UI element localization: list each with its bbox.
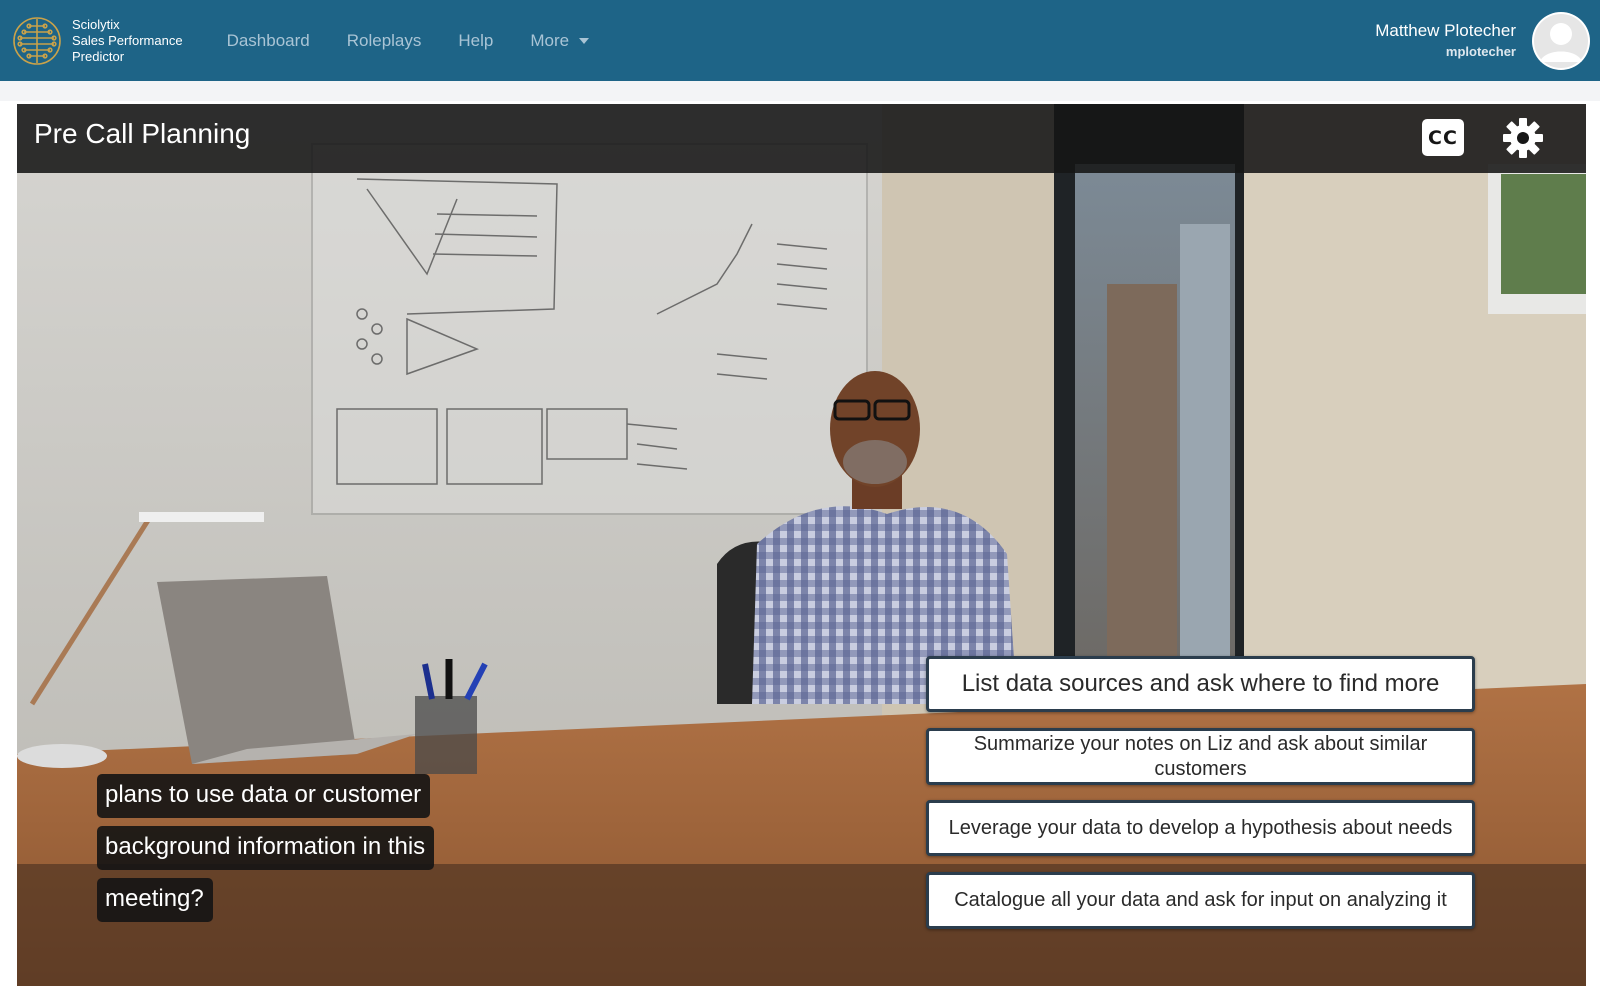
navbar-shadow-strip: [0, 81, 1600, 101]
brand[interactable]: Sciolytix Sales Performance Predictor: [10, 0, 183, 81]
brand-name: Sciolytix Sales Performance Predictor: [72, 17, 183, 65]
top-navbar: Sciolytix Sales Performance Predictor Da…: [0, 0, 1600, 81]
caption-line-3: meeting?: [97, 878, 213, 922]
response-option-1[interactable]: List data sources and ask where to find …: [926, 656, 1475, 712]
gear-icon[interactable]: [1501, 116, 1545, 160]
response-option-3[interactable]: Leverage your data to develop a hypothes…: [926, 800, 1475, 856]
nav-dashboard[interactable]: Dashboard: [227, 31, 310, 51]
cc-label: CC: [1428, 126, 1458, 149]
response-option-4[interactable]: Catalogue all your data and ask for inpu…: [926, 872, 1475, 929]
response-option-label: Summarize your notes on Liz and ask abou…: [973, 732, 1428, 780]
user-name: Matthew Plotecher: [1375, 21, 1516, 40]
brand-line-2: Sales Performance: [72, 32, 183, 48]
user-silhouette-icon: [1534, 14, 1588, 68]
closed-captions-button[interactable]: CC: [1422, 119, 1464, 156]
caption-line-1: plans to use data or customer: [97, 774, 431, 818]
response-option-2[interactable]: Summarize your notes on Liz and ask abou…: [926, 728, 1475, 785]
user-info[interactable]: Matthew Plotecher mplotecher: [1375, 20, 1516, 62]
brand-line-1: Sciolytix: [72, 16, 120, 32]
page-title: Pre Call Planning: [34, 118, 251, 149]
response-option-label: Catalogue all your data and ask for inpu…: [954, 889, 1447, 911]
nav-links: Dashboard Roleplays Help More: [227, 31, 627, 51]
user-avatar-icon[interactable]: [1532, 12, 1590, 70]
nav-help[interactable]: Help: [458, 31, 493, 51]
brand-line-3: Predictor: [72, 48, 125, 64]
scene-title-bar: Pre Call Planning CC: [17, 104, 1586, 173]
response-option-label: Leverage your data to develop a hypothes…: [948, 816, 1453, 839]
nav-more-dropdown[interactable]: More: [530, 30, 590, 51]
response-option-label: List data sources and ask where to find …: [961, 670, 1440, 697]
brain-circuit-icon: [13, 16, 61, 65]
user-handle: mplotecher: [1445, 44, 1516, 59]
nav-more-label: More: [530, 30, 570, 50]
caption-line-2: background information in this: [97, 826, 435, 870]
nav-roleplays[interactable]: Roleplays: [347, 31, 422, 51]
caret-down-icon: [579, 37, 590, 44]
